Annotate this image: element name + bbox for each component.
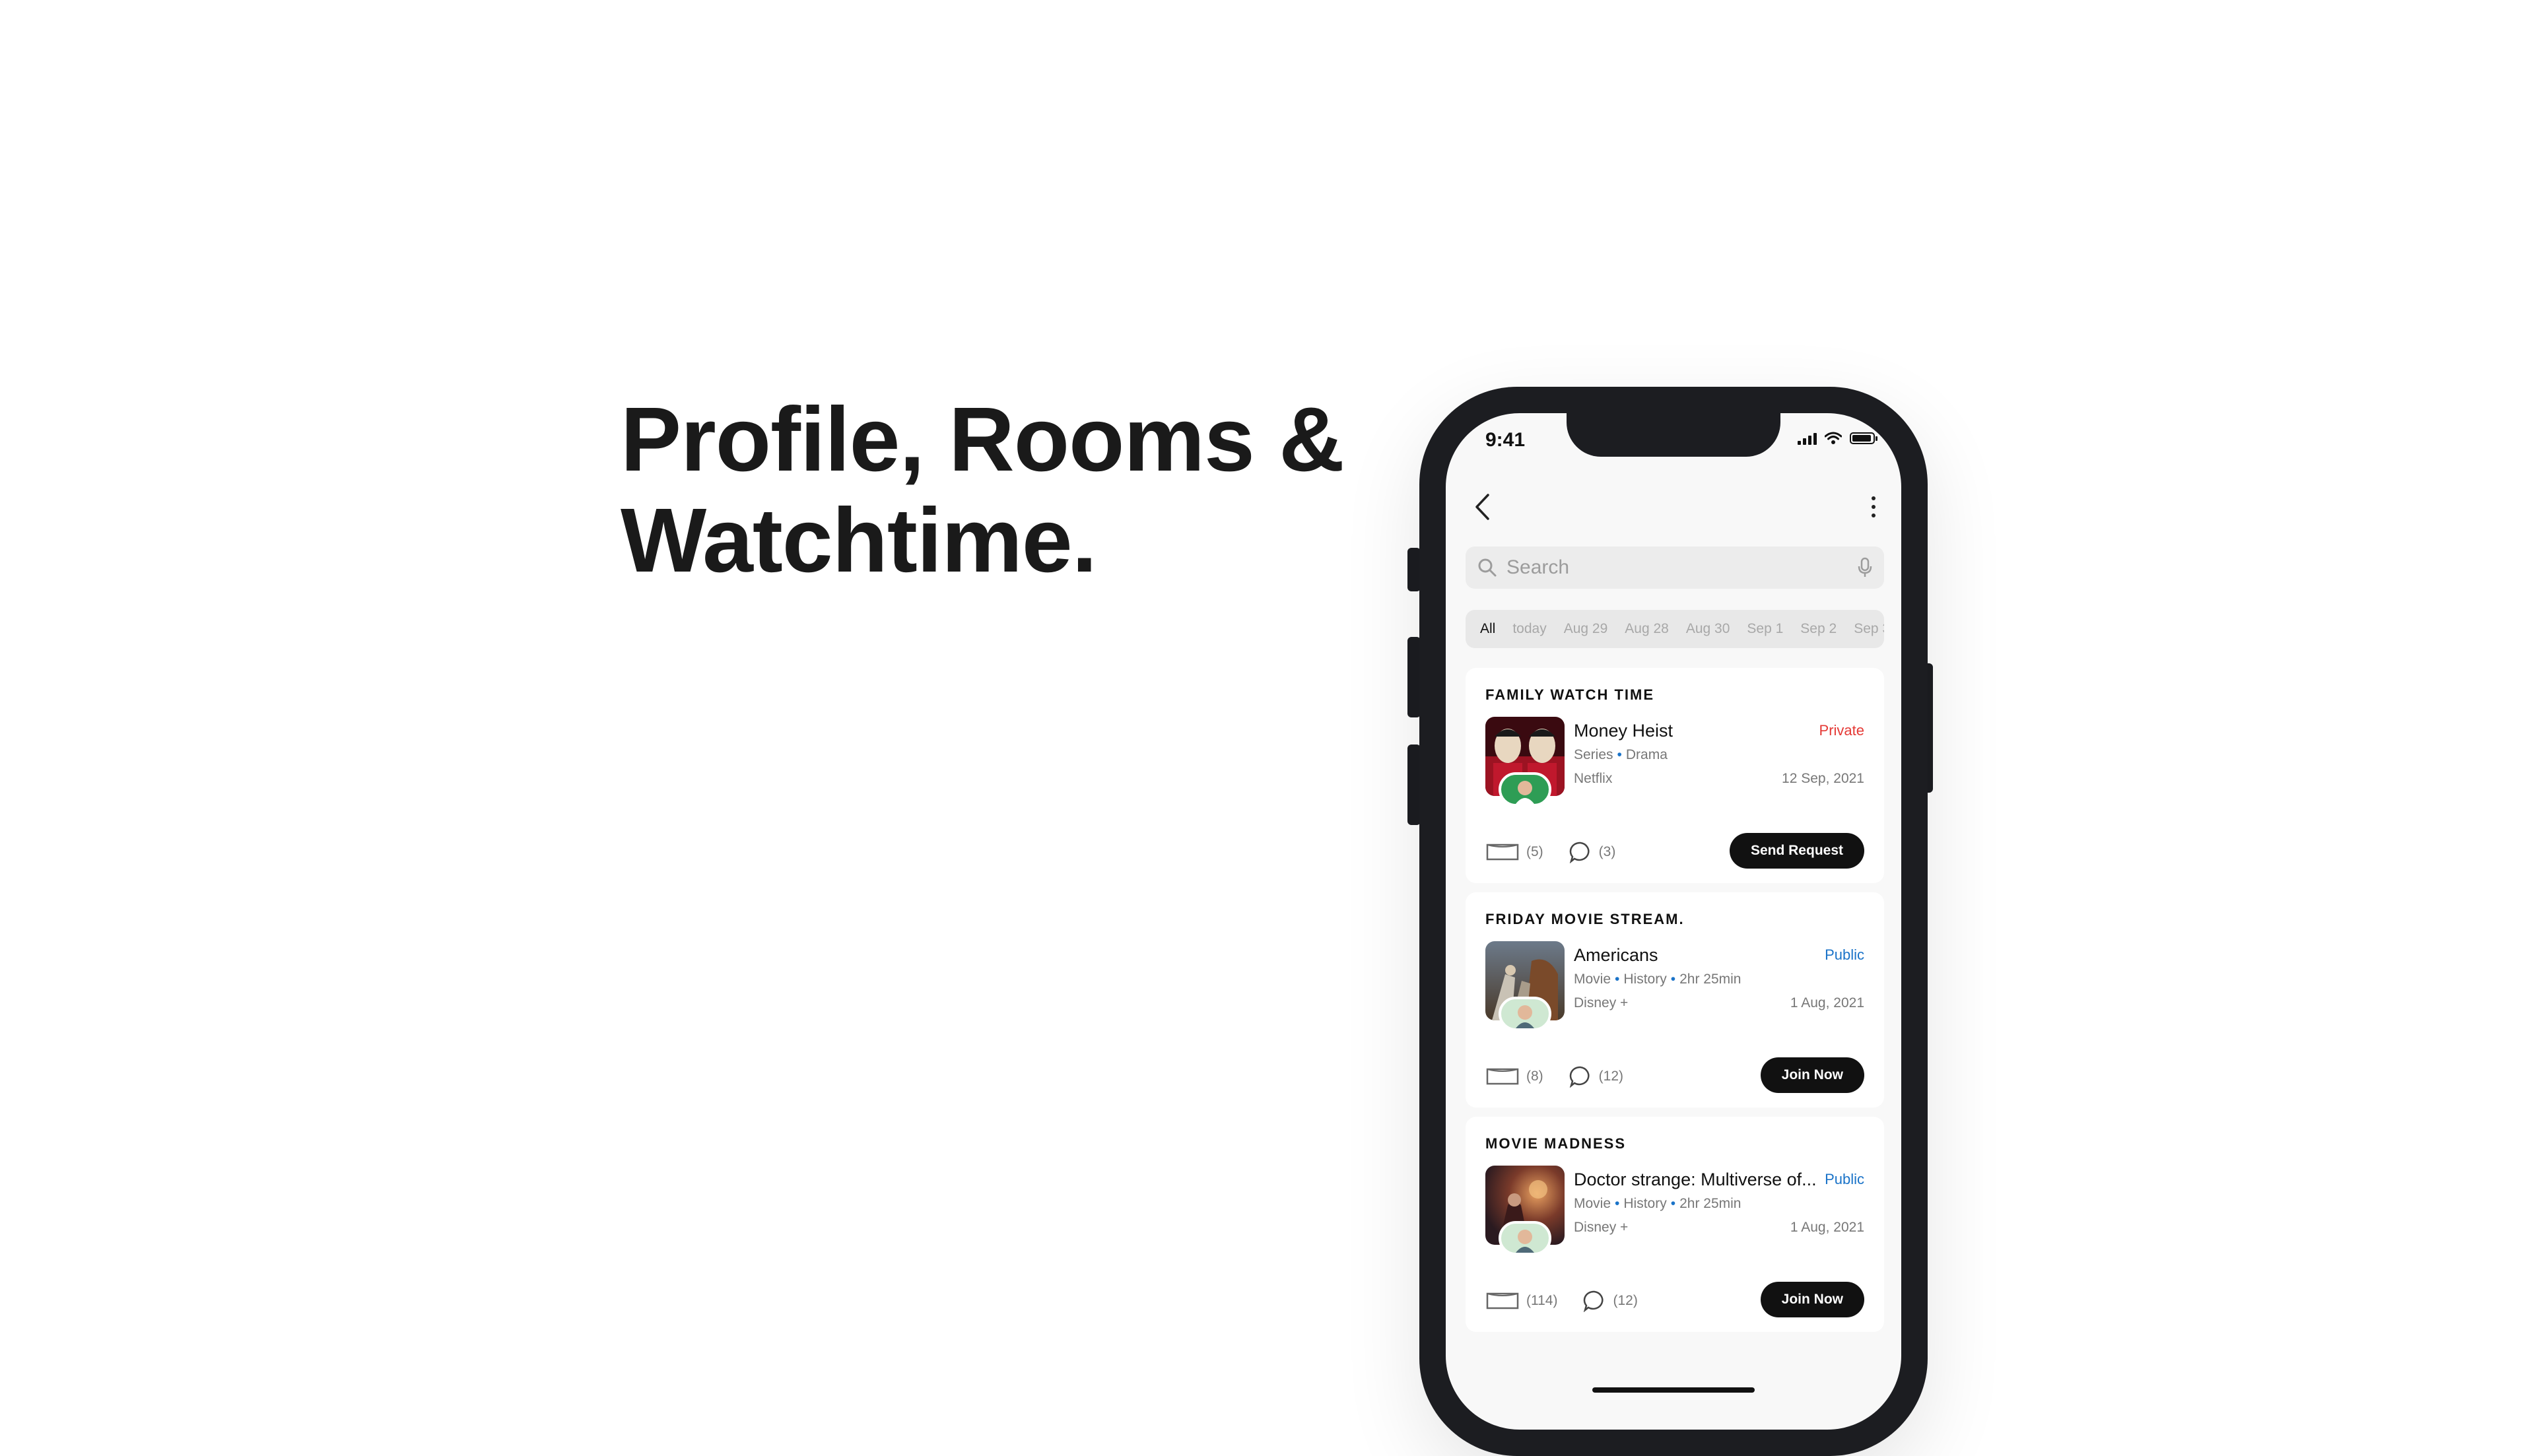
cellular-signal-icon bbox=[1798, 432, 1817, 445]
battery-icon bbox=[1850, 432, 1877, 444]
room-stats: (5) (3) bbox=[1485, 841, 1615, 863]
movie-meta: Movie • History • 2hr 25min bbox=[1574, 972, 1741, 987]
room-title: FRIDAY MOVIE STREAM. bbox=[1485, 911, 1685, 927]
send-request-button[interactable]: Send Request bbox=[1729, 833, 1864, 869]
date-filter-aug-28[interactable]: Aug 28 bbox=[1625, 621, 1669, 637]
status-icons bbox=[1798, 432, 1877, 445]
headline-line-2: Watchtime. bbox=[621, 490, 1097, 591]
privacy-badge: Public bbox=[1825, 946, 1864, 963]
comment-icon[interactable] bbox=[1582, 1290, 1606, 1312]
phone-notch bbox=[1567, 413, 1780, 457]
room-card[interactable]: MOVIE MADNESS Doctor strange: Multiverse… bbox=[1466, 1117, 1884, 1332]
room-list: FAMILY WATCH TIME Money Heist Private Se… bbox=[1466, 668, 1884, 1341]
privacy-badge: Private bbox=[1819, 722, 1864, 739]
room-stats: (114) (12) bbox=[1485, 1290, 1638, 1312]
comment-icon[interactable] bbox=[1569, 841, 1592, 863]
movie-title: Doctor strange: Multiverse of... bbox=[1574, 1170, 1817, 1189]
join-now-button[interactable]: Join Now bbox=[1760, 1282, 1864, 1317]
screens-count: (114) bbox=[1526, 1293, 1558, 1308]
movie-title: Americans bbox=[1574, 945, 1658, 965]
comments-count: (3) bbox=[1598, 844, 1616, 859]
more-vertical-icon bbox=[1872, 496, 1876, 500]
provider: Disney + bbox=[1574, 1220, 1629, 1235]
status-time: 9:41 bbox=[1485, 429, 1526, 451]
movie-title: Money Heist bbox=[1574, 721, 1673, 741]
date-filter-sep-2[interactable]: Sep 2 bbox=[1800, 621, 1837, 637]
avatar bbox=[1499, 997, 1551, 1031]
headline-line-1: Profile, Rooms & bbox=[621, 389, 1345, 490]
room-card[interactable]: FRIDAY MOVIE STREAM. Americans Public Mo… bbox=[1466, 892, 1884, 1108]
room-title: MOVIE MADNESS bbox=[1485, 1135, 1627, 1152]
screen-icon bbox=[1486, 1068, 1519, 1085]
phone-volume-down-button bbox=[1407, 745, 1421, 825]
phone-volume-up-button bbox=[1407, 637, 1421, 717]
chevron-left-icon bbox=[1475, 494, 1489, 520]
provider: Netflix bbox=[1574, 771, 1613, 786]
home-indicator[interactable] bbox=[1592, 1387, 1755, 1393]
date-filter-today[interactable]: today bbox=[1512, 621, 1546, 637]
comment-icon[interactable] bbox=[1569, 1065, 1592, 1088]
provider: Disney + bbox=[1574, 995, 1629, 1010]
comments-count: (12) bbox=[1598, 1069, 1624, 1084]
phone-mute-switch bbox=[1407, 548, 1421, 591]
date-filter-all[interactable]: All bbox=[1480, 621, 1495, 637]
search-input[interactable] bbox=[1505, 556, 1858, 579]
screen-icon bbox=[1486, 844, 1519, 861]
screens-count: (8) bbox=[1526, 1069, 1543, 1084]
movie-meta: Series • Drama bbox=[1574, 747, 1668, 762]
room-date: 1 Aug, 2021 bbox=[1790, 1220, 1864, 1235]
page-headline: Profile, Rooms & Watchtime. bbox=[621, 389, 1345, 591]
phone-screen: 9:41 All today Aug 29 bbox=[1446, 413, 1901, 1430]
date-filter-sep-1[interactable]: Sep 1 bbox=[1747, 621, 1783, 637]
microphone-icon[interactable] bbox=[1858, 557, 1872, 578]
join-now-button[interactable]: Join Now bbox=[1760, 1057, 1864, 1093]
comments-count: (12) bbox=[1613, 1293, 1638, 1308]
room-title: FAMILY WATCH TIME bbox=[1485, 686, 1655, 703]
screen-icon bbox=[1486, 1292, 1519, 1309]
room-card[interactable]: FAMILY WATCH TIME Money Heist Private Se… bbox=[1466, 668, 1884, 883]
back-button[interactable] bbox=[1471, 490, 1493, 524]
room-date: 12 Sep, 2021 bbox=[1782, 771, 1864, 786]
screens-count: (5) bbox=[1526, 844, 1543, 859]
date-filter-bar: All today Aug 29 Aug 28 Aug 30 Sep 1 Sep… bbox=[1466, 610, 1884, 648]
wifi-icon bbox=[1825, 432, 1842, 444]
more-options-button[interactable] bbox=[1866, 491, 1881, 523]
room-date: 1 Aug, 2021 bbox=[1790, 995, 1864, 1010]
avatar bbox=[1499, 1221, 1551, 1255]
privacy-badge: Public bbox=[1825, 1171, 1864, 1187]
search-bar[interactable] bbox=[1466, 546, 1884, 589]
date-filter-sep-3[interactable]: Sep 3 bbox=[1854, 621, 1884, 637]
avatar bbox=[1499, 772, 1551, 807]
movie-meta: Movie • History • 2hr 25min bbox=[1574, 1196, 1741, 1211]
room-stats: (8) (12) bbox=[1485, 1065, 1623, 1088]
date-filter-aug-30[interactable]: Aug 30 bbox=[1686, 621, 1730, 637]
search-icon bbox=[1478, 558, 1497, 577]
date-filter-aug-29[interactable]: Aug 29 bbox=[1564, 621, 1608, 637]
